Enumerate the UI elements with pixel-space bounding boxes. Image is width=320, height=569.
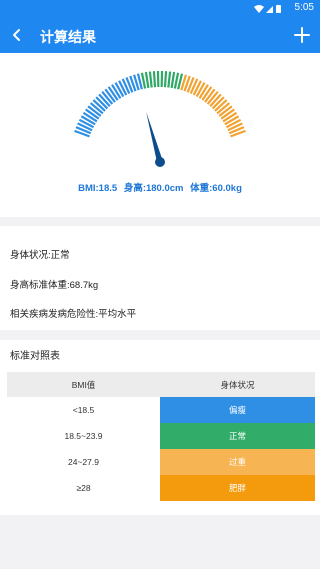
app-bar: 计算结果 bbox=[0, 17, 320, 53]
table-row: 24~27.9 过重 bbox=[7, 449, 315, 475]
status-time: 5:05 bbox=[294, 2, 314, 13]
row-range: ≥28 bbox=[76, 483, 91, 493]
table-row: ≥28 肥胖 bbox=[7, 475, 315, 501]
gauge-tick bbox=[144, 71, 150, 89]
table-header: BMI值 身体状况 bbox=[7, 372, 315, 397]
gauge-hub bbox=[155, 157, 165, 167]
header-status: 身体状况 bbox=[220, 379, 255, 390]
weight-value: 体重:60.0kg bbox=[190, 183, 242, 194]
height-value: 身高:180.0cm bbox=[123, 183, 184, 194]
wifi-icon bbox=[254, 5, 264, 13]
arrow-left-icon bbox=[13, 29, 20, 41]
bmi-value: BMI:18.5 bbox=[78, 183, 118, 194]
row-status: 肥胖 bbox=[160, 475, 315, 501]
gauge-tick bbox=[152, 71, 157, 88]
gauge-tick bbox=[173, 72, 180, 89]
battery-icon bbox=[276, 5, 281, 13]
status-bar: 5:05 bbox=[0, 0, 320, 17]
page-title: 计算结果 bbox=[40, 29, 96, 45]
row-range: 18.5~23.9 bbox=[64, 431, 103, 441]
add-button[interactable] bbox=[294, 27, 310, 43]
reference-table: BMI值 身体状况 <18.5 偏瘦 18.5~23.9 正常 24~27.9 … bbox=[7, 372, 315, 501]
gauge-tick bbox=[140, 72, 147, 89]
gauge-ticks bbox=[74, 70, 246, 138]
header-bmi: BMI值 bbox=[71, 379, 96, 390]
result-info-card: 身体状况:正常 身高标准体重:68.7kg 相关疾病发病危险性:平均水平 bbox=[0, 226, 320, 330]
row-status: 正常 bbox=[160, 423, 315, 449]
table-row: <18.5 偏瘦 bbox=[7, 397, 315, 423]
plus-icon bbox=[294, 27, 310, 43]
standard-weight-text: 身高标准体重:68.7kg bbox=[10, 280, 99, 291]
row-status: 过重 bbox=[160, 449, 315, 475]
gauge-tick bbox=[163, 71, 168, 88]
condition-text: 身体状况:正常 bbox=[10, 250, 70, 261]
gauge-needle bbox=[146, 111, 163, 163]
row-status: 偏瘦 bbox=[160, 397, 315, 423]
back-button[interactable] bbox=[10, 27, 24, 43]
gauge-tick bbox=[170, 71, 176, 89]
risk-text: 相关疾病发病危险性:平均水平 bbox=[10, 309, 137, 320]
status-icons bbox=[254, 5, 281, 13]
bmi-gauge-card: BMI:18.5 身高:180.0cm 体重:60.0kg bbox=[0, 53, 320, 217]
gauge-tick bbox=[148, 71, 153, 88]
row-range: <18.5 bbox=[72, 405, 95, 415]
table-title: 标准对照表 bbox=[10, 351, 60, 362]
gauge-tick bbox=[167, 71, 172, 88]
table-row: 18.5~23.9 正常 bbox=[7, 423, 315, 449]
signal-icon bbox=[266, 6, 273, 13]
row-range: 24~27.9 bbox=[68, 457, 99, 467]
gauge-summary: BMI:18.5 身高:180.0cm 体重:60.0kg bbox=[0, 180, 320, 194]
reference-table-card: 标准对照表 BMI值 身体状况 <18.5 偏瘦 18.5~23.9 正常 24… bbox=[0, 340, 320, 515]
